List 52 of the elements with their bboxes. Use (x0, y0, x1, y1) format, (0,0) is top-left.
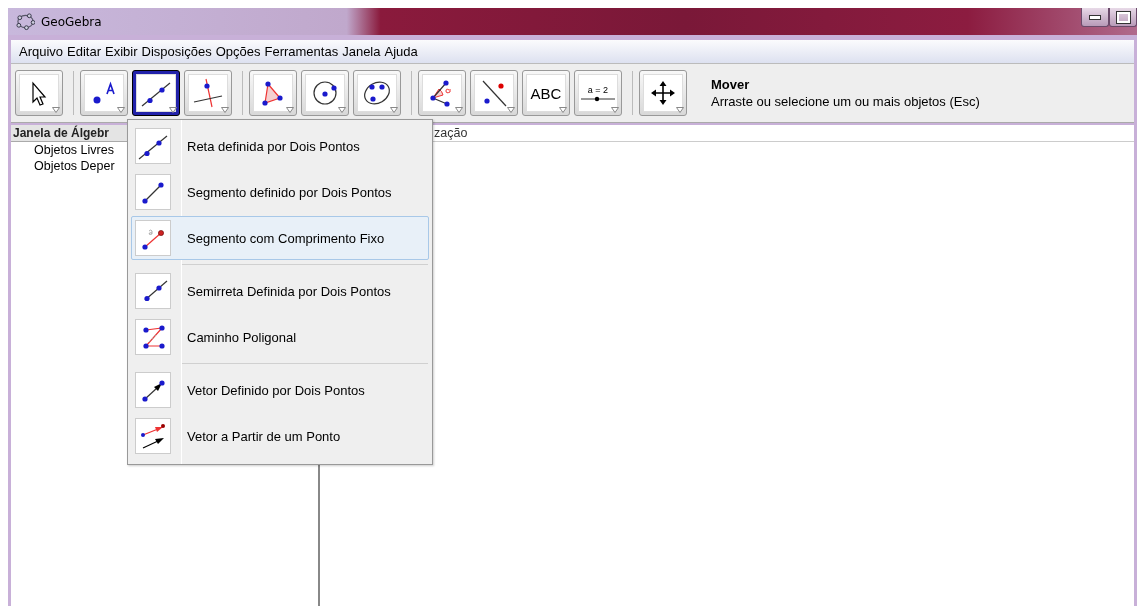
tool-button[interactable] (132, 70, 180, 116)
minimize-button[interactable] (1081, 8, 1109, 27)
menu-item[interactable]: Opções (215, 44, 261, 59)
tool-help-text: Arraste ou selecione um ou mais objetos (Esc) (711, 94, 980, 109)
perpendicular-lines-icon (193, 78, 223, 108)
tree-item[interactable]: Objetos Livres (11, 142, 114, 158)
circle-icon (310, 78, 340, 108)
menu-item[interactable]: Ajuda (384, 44, 418, 59)
tool-button[interactable]: ABC (522, 70, 570, 116)
dropdown-triangle-icon (676, 107, 684, 113)
dropdown-triangle-icon (559, 107, 567, 113)
dropdown-triangle-icon (169, 107, 177, 113)
panel-title: zação (434, 126, 468, 140)
tool-menu-item[interactable]: Reta definida por Dois Pontos (131, 124, 429, 168)
window-title: GeoGebra (41, 14, 102, 29)
tool-button[interactable]: a = 2 (574, 70, 622, 116)
tool-menu-item[interactable]: Segmento definido por Dois Pontos (131, 170, 429, 214)
dropdown-triangle-icon (221, 107, 229, 113)
text-tool-icon: ABC (530, 84, 562, 102)
tool-menu-item[interactable]: Vetor a Partir de um Ponto (131, 414, 429, 458)
tool-button[interactable] (249, 70, 297, 116)
menu-item[interactable]: Editar (67, 44, 102, 59)
tool-menu-item[interactable]: Semirreta Definida por Dois Pontos (131, 269, 429, 313)
menu-item[interactable]: Arquivo (19, 44, 64, 59)
tool-button[interactable] (80, 70, 128, 116)
tool-name: Mover (711, 77, 751, 92)
menu-item[interactable]: Ferramentas (264, 44, 339, 59)
tool-button[interactable] (639, 70, 687, 116)
menu-item[interactable]: Exibir (105, 44, 138, 59)
tool-button[interactable] (301, 70, 349, 116)
tool-button[interactable] (470, 70, 518, 116)
tool-menu-item[interactable]: Vetor Definido por Dois Pontos (131, 368, 429, 412)
vector-icon (138, 421, 168, 451)
dropdown-triangle-icon (507, 107, 515, 113)
dropdown-triangle-icon (117, 107, 125, 113)
dropdown-triangle-icon (52, 107, 60, 113)
dropdown-triangle-icon (390, 107, 398, 113)
tool-menu-item[interactable]: Caminho Poligonal (131, 315, 429, 359)
panel-title: Janela de Álgebr (13, 126, 110, 140)
tool-menu-item[interactable]: Segmento com Comprimento Fixo (131, 216, 429, 260)
dropdown-triangle-icon (286, 107, 294, 113)
dropdown-triangle-icon (611, 107, 619, 113)
dropdown-triangle-icon (338, 107, 346, 113)
menu-item[interactable]: Disposições (141, 44, 212, 59)
menu-item[interactable]: Janela (342, 44, 381, 59)
tool-button[interactable] (353, 70, 401, 116)
dropdown-triangle-icon (455, 107, 463, 113)
tool-button[interactable] (15, 70, 63, 116)
maximize-button[interactable] (1109, 8, 1137, 27)
tool-button[interactable] (418, 70, 466, 116)
app-logo-icon (16, 12, 35, 31)
tree-item[interactable]: Objetos Deper (11, 158, 115, 174)
